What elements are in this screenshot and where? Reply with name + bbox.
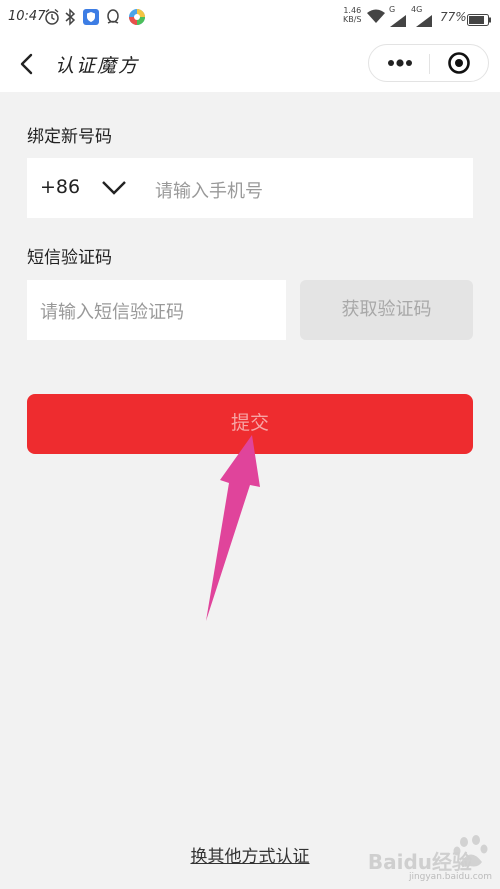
battery-icon [467, 11, 491, 30]
signal1-icon [390, 12, 406, 31]
status-time: 10:47 [8, 9, 46, 24]
miniprogram-capsule [368, 44, 489, 82]
battery-percent: 77% [440, 10, 467, 24]
country-code-value[interactable]: +86 [40, 176, 80, 198]
page-title: 认证魔方 [55, 55, 140, 77]
nav-bar: 认证魔方 [0, 36, 500, 92]
more-button[interactable] [369, 45, 429, 81]
network-speed: 1.46 KB/S [343, 6, 362, 24]
close-miniprogram-button[interactable] [430, 45, 488, 81]
target-close-icon [448, 52, 470, 74]
qq-icon [105, 8, 121, 30]
status-bar: 10:47 1.46 KB/S G 4G 77% [0, 0, 500, 36]
chevron-down-icon [102, 181, 126, 195]
back-button[interactable] [14, 50, 42, 78]
sms-code-input[interactable]: 请输入短信验证码 [40, 298, 280, 324]
get-code-button[interactable]: 获取验证码 [300, 280, 473, 340]
alarm-icon [44, 8, 60, 30]
watermark-brand: Baidu经验 [367, 850, 472, 874]
speed-unit: KB/S [343, 15, 362, 24]
bluetooth-icon [64, 8, 76, 30]
phone-input[interactable]: 请输入手机号 [155, 177, 455, 203]
shield-app-icon [82, 8, 100, 30]
annotation-arrow [206, 435, 260, 621]
sms-label: 短信验证码 [27, 248, 112, 268]
alt-method-link[interactable]: 换其他方式认证 [191, 847, 310, 867]
browser-app-icon [128, 8, 146, 30]
watermark-url: jingyan.baidu.com [408, 872, 492, 882]
wifi-icon [366, 9, 386, 28]
country-code-dropdown[interactable] [100, 178, 128, 202]
phone-label: 绑定新号码 [27, 127, 112, 147]
more-dots-icon [388, 59, 412, 67]
signal2-icon [416, 12, 432, 31]
chevron-left-icon [20, 53, 33, 75]
speed-value: 1.46 [343, 6, 362, 15]
